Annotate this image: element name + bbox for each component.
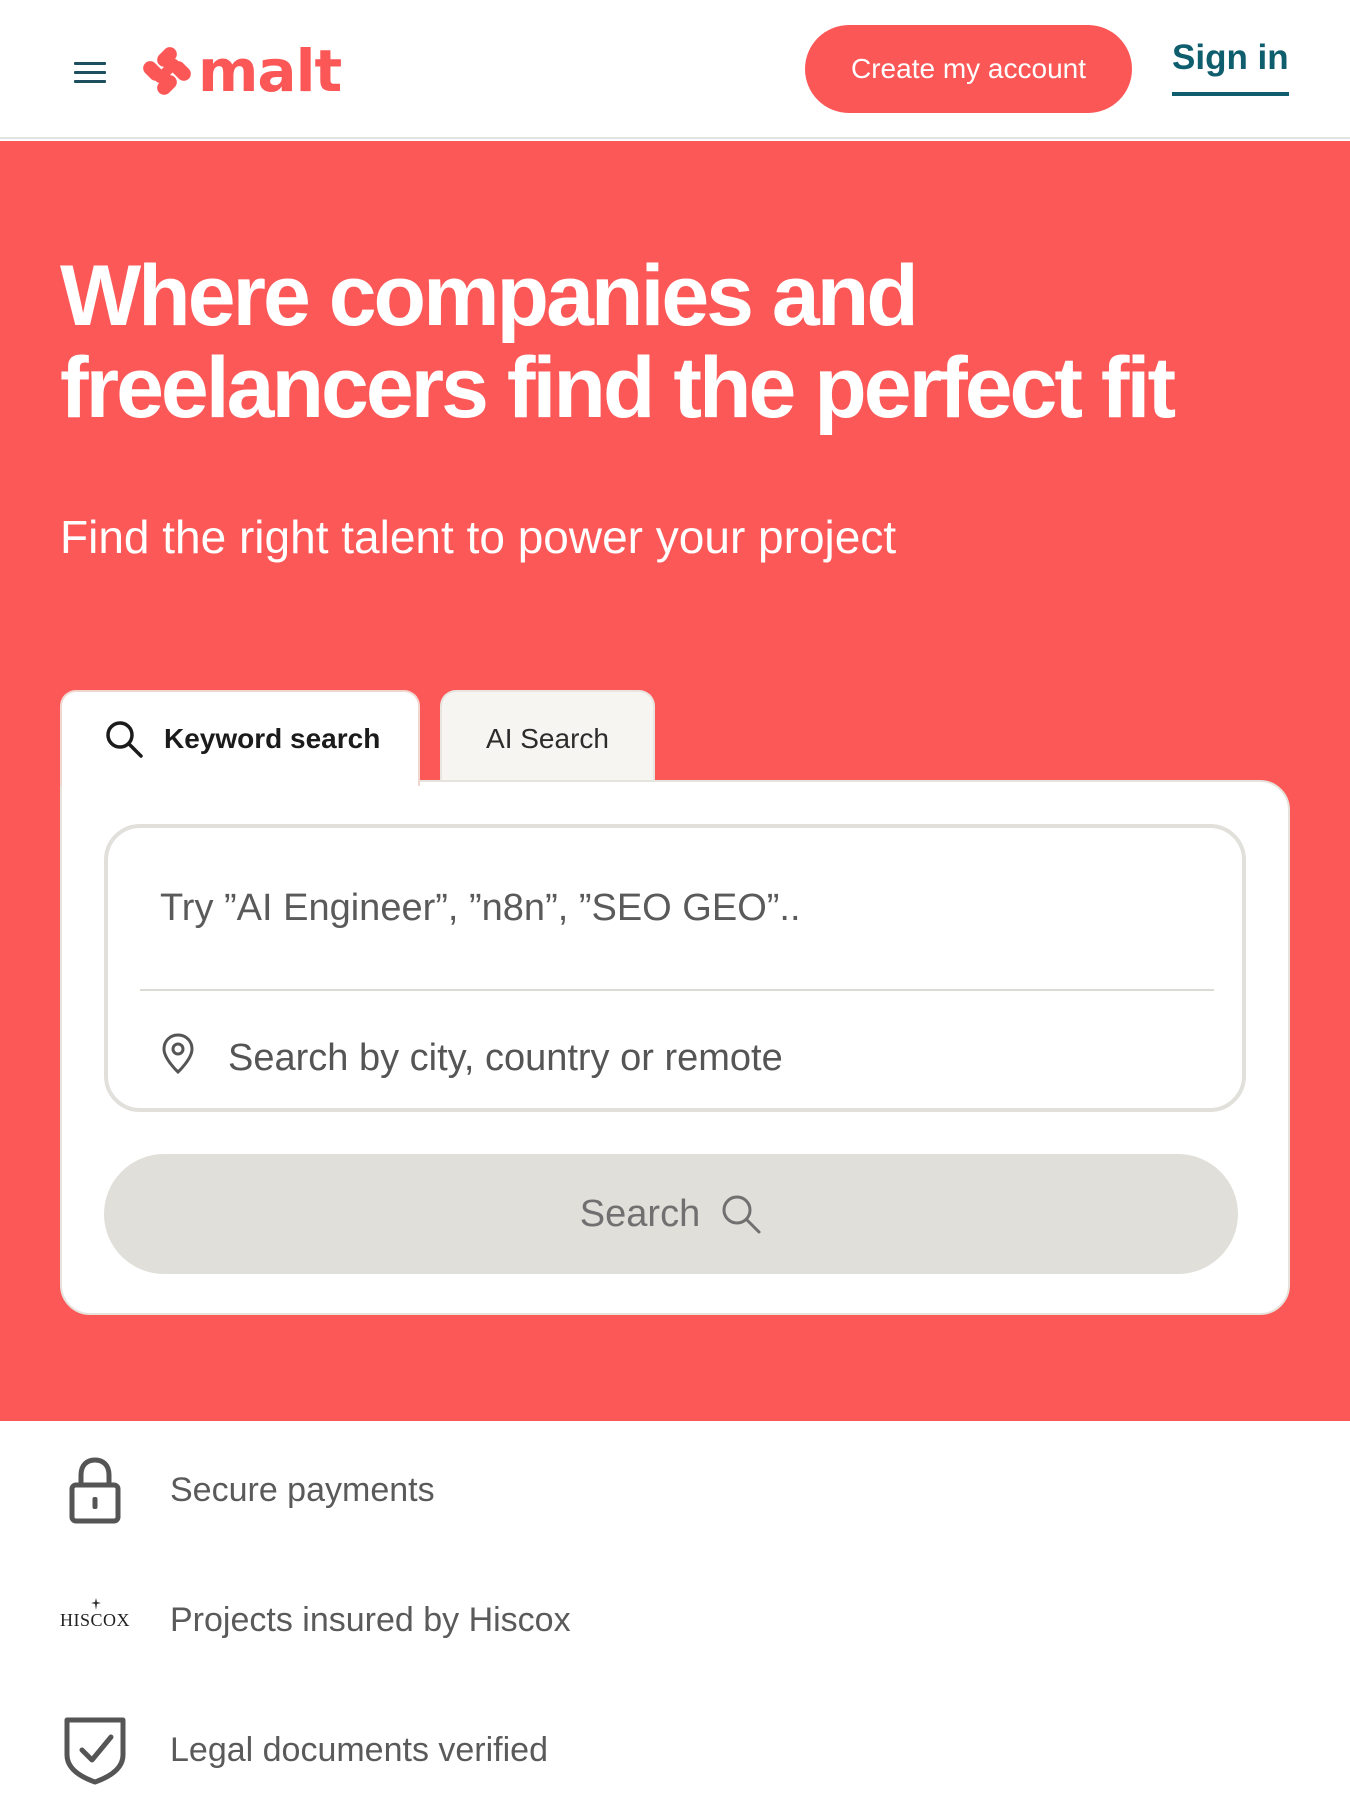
search-card: Search: [60, 780, 1290, 1315]
location-search-input[interactable]: [228, 1028, 1188, 1088]
feature-hiscox-insurance: HISCOX Projects insured by Hiscox: [60, 1585, 571, 1655]
feature-secure-payments: Secure payments: [60, 1455, 435, 1525]
lock-icon: [60, 1455, 130, 1525]
hero-title: Where companies and freelancers find the…: [60, 248, 1176, 436]
tab-keyword-label: Keyword search: [164, 723, 381, 754]
shield-check-icon: [60, 1715, 130, 1785]
hiscox-emblem-icon: [91, 1597, 101, 1610]
malt-logo-icon: [143, 47, 191, 95]
feature-label: Secure payments: [170, 1470, 435, 1509]
hamburger-menu-icon[interactable]: [74, 62, 106, 86]
tab-keyword-search[interactable]: Keyword search: [60, 690, 420, 786]
feature-label: Projects insured by Hiscox: [170, 1600, 571, 1639]
tab-ai-label: AI Search: [486, 723, 609, 754]
hero-subtitle: Find the right talent to power your proj…: [60, 511, 897, 563]
search-icon: [106, 721, 143, 758]
keyword-search-input[interactable]: [160, 878, 1160, 938]
sign-in-link[interactable]: Sign in: [1172, 38, 1289, 96]
create-account-button[interactable]: Create my account: [805, 25, 1132, 113]
search-icon: [722, 1195, 761, 1234]
top-header: malt Create my account Sign in: [0, 0, 1350, 139]
location-pin-icon: [162, 1033, 194, 1075]
search-fields-box: [104, 824, 1246, 1112]
hiscox-logo-text: HISCOX: [60, 1609, 131, 1630]
hiscox-logo: HISCOX: [60, 1585, 130, 1655]
search-button-label: Search: [579, 1192, 701, 1235]
fields-divider: [140, 989, 1214, 991]
search-button[interactable]: Search: [104, 1154, 1238, 1274]
tab-ai-search[interactable]: AI Search: [440, 690, 655, 786]
feature-legal-documents: Legal documents verified: [60, 1715, 548, 1785]
feature-label: Legal documents verified: [170, 1730, 549, 1769]
logo-text: malt: [198, 37, 342, 105]
malt-logo[interactable]: malt: [140, 37, 342, 105]
